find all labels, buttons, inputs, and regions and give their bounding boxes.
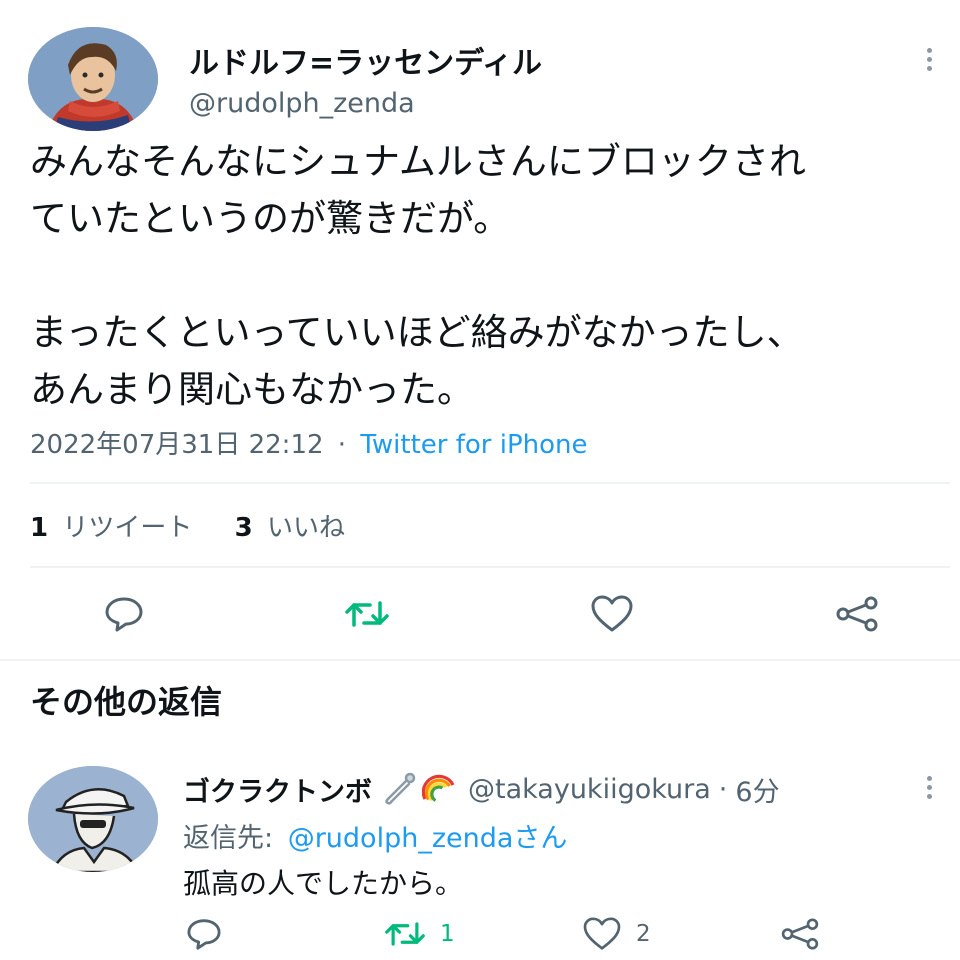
tweet-text-line: ていたというのが驚きだが。 [30, 197, 511, 240]
reply-handle[interactable]: @takayukiigokura [468, 774, 711, 805]
more-icon[interactable] [927, 44, 932, 75]
reply-avatar[interactable] [28, 766, 158, 872]
reply-icon [105, 597, 143, 632]
retweet-label: リツイート [62, 513, 193, 543]
tweet-text-line: みんなそんなにシュナムルさんにブロックされ [30, 140, 806, 183]
like-count: 3 [234, 513, 253, 543]
reply-retweet-button[interactable]: 1 [384, 914, 455, 954]
author-avatar[interactable] [28, 27, 158, 131]
reply-retweet-count: 1 [440, 921, 455, 947]
section-title-other-replies: その他の返信 [30, 683, 223, 721]
retweet-button[interactable] [339, 590, 395, 638]
reply-button[interactable] [96, 590, 152, 638]
author-handle[interactable]: @rudolph_zenda [189, 88, 415, 119]
meta-separator: · [337, 430, 347, 460]
reply-time[interactable]: 6分 [735, 770, 779, 809]
divider [30, 482, 950, 484]
reply-more-icon[interactable] [927, 772, 932, 803]
reply-display-name[interactable]: ゴクラクトンボ [183, 770, 372, 809]
tweet-stats: 1 リツイート 3 いいね [30, 507, 345, 544]
share-icon [836, 596, 878, 632]
like-icon [591, 595, 633, 632]
like-label: いいね [267, 513, 346, 543]
retweet-icon [385, 922, 425, 946]
reply-avatar-illustration [28, 766, 158, 872]
reply-to-suffix: さん [513, 823, 568, 854]
tweet-meta: 2022年07月31日 22:12 · Twitter for iPhone [30, 424, 588, 461]
reply-separator: · [718, 774, 728, 805]
tweet-source-link[interactable]: Twitter for iPhone [360, 430, 587, 460]
rainbow-emoji [421, 771, 456, 809]
share-icon [781, 918, 819, 950]
retweet-icon [345, 601, 389, 627]
safety-pin-emoji [382, 771, 416, 809]
tweet-text-line: まったくといっていいほど絡みがなかったし、 [30, 311, 804, 354]
reply-reply-button[interactable] [186, 914, 222, 954]
reply-header: ゴクラクトンボ @takayukiigokura · 6分 [183, 770, 780, 809]
like-icon [583, 917, 621, 950]
reply-text: 孤高の人でしたから。 [183, 867, 464, 900]
author-display-name[interactable]: ルドルフ=ラッセンディル [189, 38, 542, 82]
avatar-illustration [28, 27, 158, 131]
reply-like-count: 2 [636, 921, 651, 947]
retweet-count: 1 [30, 513, 49, 543]
divider [0, 659, 960, 661]
reply-to-prefix: 返信先: [183, 823, 274, 854]
tweet-text-line: あんまり関心もなかった。 [30, 368, 474, 411]
reply-like-button[interactable]: 2 [582, 914, 651, 954]
share-button[interactable] [829, 590, 885, 638]
like-button[interactable] [584, 590, 640, 638]
reply-to-line: 返信先: @rudolph_zendaさん [183, 816, 567, 855]
reply-icon [187, 919, 221, 950]
reply-to-handle[interactable]: @rudolph_zenda [288, 823, 514, 854]
like-stat[interactable]: 3 いいね [235, 513, 345, 543]
reply-share-button[interactable] [780, 914, 820, 954]
divider [30, 566, 950, 568]
retweet-stat[interactable]: 1 リツイート [30, 513, 201, 543]
tweet-timestamp[interactable]: 2022年07月31日 22:12 [30, 430, 324, 460]
